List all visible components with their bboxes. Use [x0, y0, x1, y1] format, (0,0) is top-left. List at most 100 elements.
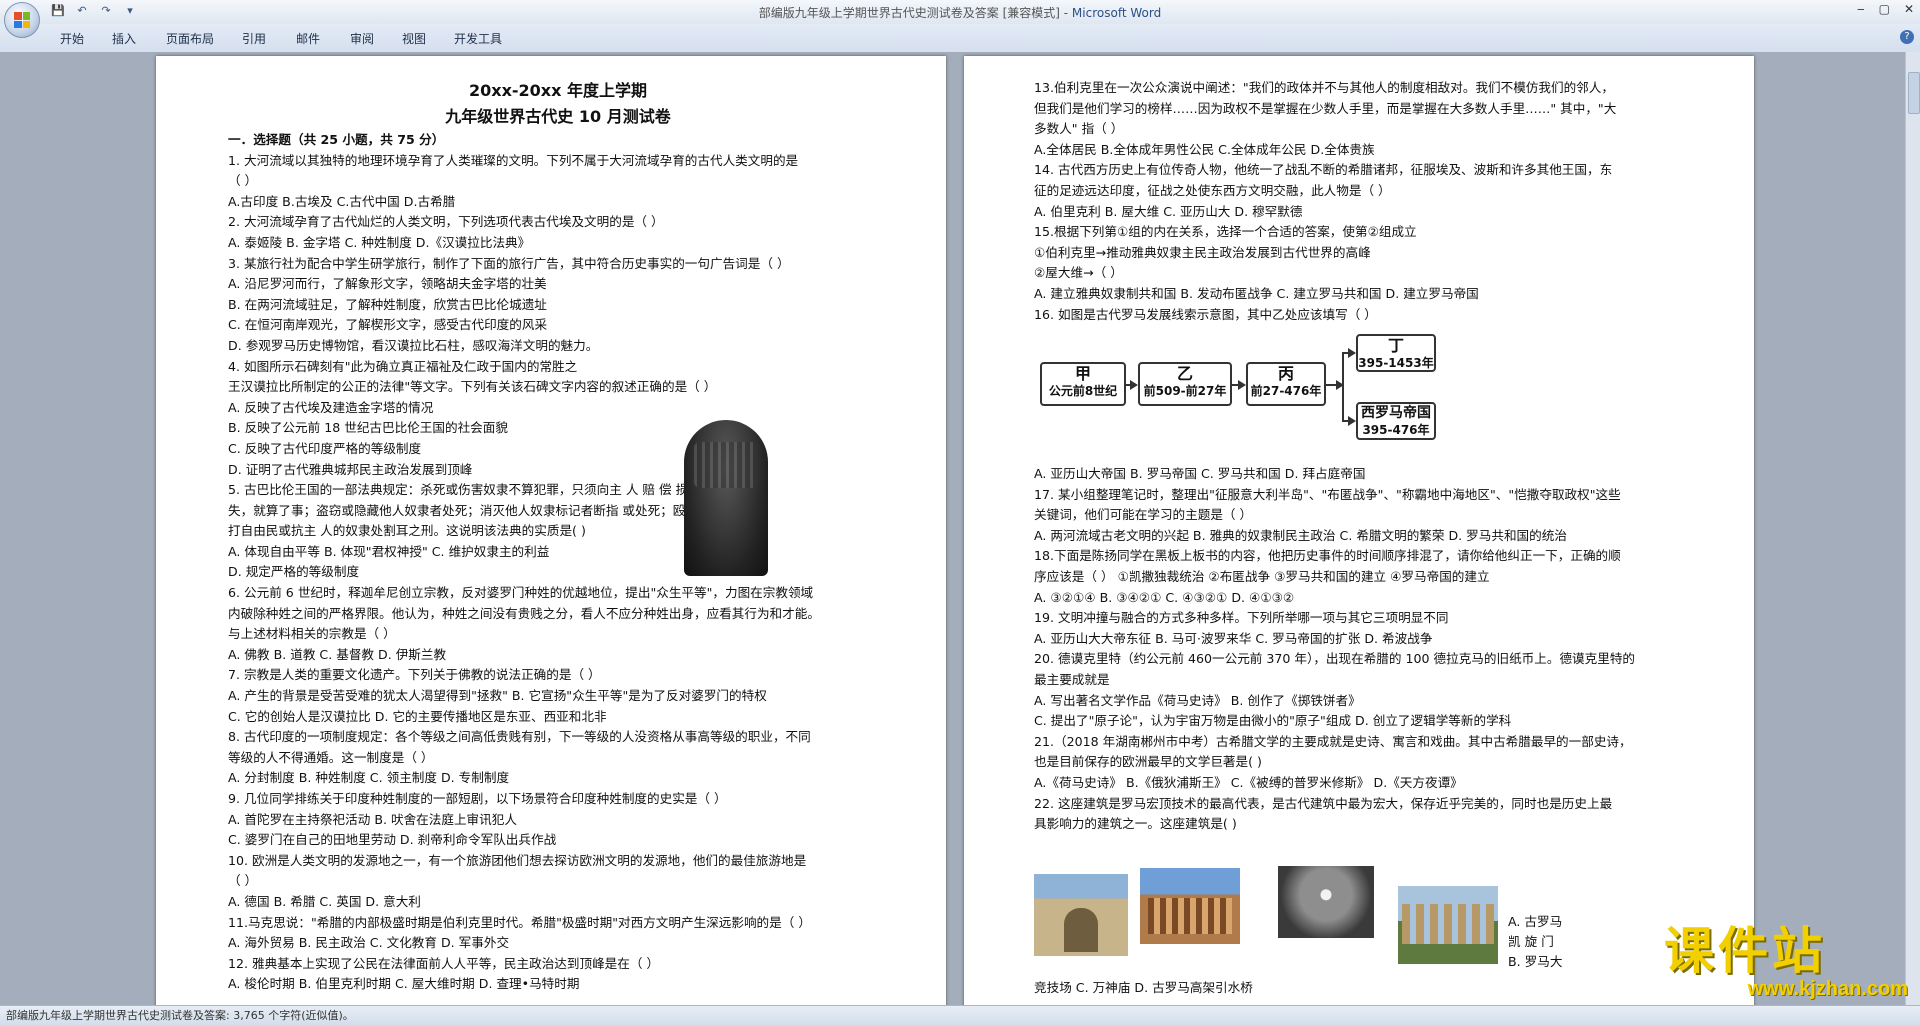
document-line: 内破除种姓之间的严格界限。他认为，种姓之间没有贵贱之分，看人不应分种姓出身，应看…	[228, 605, 820, 621]
hammurabi-stele-image	[684, 420, 768, 576]
tab-references[interactable]: 引用	[242, 30, 266, 47]
diagram-ding-period: 395-1453年	[1358, 356, 1434, 370]
diagram-box-bing: 丙 前27-476年	[1246, 362, 1326, 406]
document-line: A. 佛教 B. 道教 C. 基督教 D. 伊斯兰教	[228, 646, 447, 662]
vertical-scrollbar[interactable]	[1905, 52, 1920, 1005]
document-line: C. 提出了"原子论"，认为宇宙万物是由微小的"原子"组成 D. 创立了逻辑学等…	[1034, 713, 1512, 729]
document-line: B. 在两河流域驻足，了解种姓制度，欣赏古巴比伦城遗址	[228, 296, 547, 312]
document-line: 21.（2018 年湖南郴州市中考）古希腊文学的主要成就是史诗、寓言和戏曲。其中…	[1034, 733, 1632, 749]
document-line: 最主要成就是	[1034, 671, 1110, 687]
page-1-text: 一．选择题（共 25 小题，共 75 分） 1. 大河流域以其独特的地理环境孕育了…	[228, 130, 888, 995]
document-line: A. 德国 B. 希腊 C. 英国 D. 意大利	[228, 893, 421, 909]
page-2-text-bottom: A. 亚历山大帝国 B. 罗马帝国 C. 罗马共和国 D. 拜占庭帝国 17. 某…	[1034, 464, 1694, 835]
document-line: 4. 如图所示石碑刻有"此为确立真正福祉及仁政于国内的常胜之	[228, 358, 578, 374]
document-line: A.古印度 B.古埃及 C.古代中国 D.古希腊	[228, 193, 456, 209]
document-line: 具影响力的建筑之一。这座建筑是( )	[1034, 816, 1237, 832]
rome-timeline-diagram: 甲 公元前8世纪 乙 前509-前27年 丙 前27-476年 丁 395-14…	[1034, 334, 1454, 444]
diagram-box-west-rome: 西罗马帝国 395-476年	[1356, 402, 1436, 440]
page-2-text-top: 13.伯利克里在一次公众演说中阐述："我们的政体并不与其他人的制度相敌对。我们不…	[1034, 78, 1694, 325]
document-line: 序应该是（ ） ①凯撒独裁统治 ②布匿战争 ③罗马共和国的建立 ④罗马帝国的建立	[1034, 568, 1490, 584]
document-line: A. 体现自由平等 B. 体现"君权神授" C. 维护奴隶主的利益	[228, 543, 550, 559]
tab-home[interactable]: 开始	[60, 30, 84, 47]
document-line: ①伯利克里→推动雅典奴隶主民主政治发展到古代世界的高峰	[1034, 244, 1371, 260]
arrow-1	[1126, 380, 1138, 390]
document-line: A. 亚历山大帝国 B. 罗马帝国 C. 罗马共和国 D. 拜占庭帝国	[1034, 466, 1366, 481]
diagram-box-jia: 甲 公元前8世纪	[1040, 362, 1126, 406]
tab-mailings[interactable]: 邮件	[296, 30, 320, 47]
aqueduct-photo	[1398, 886, 1498, 964]
diagram-yi-period: 前509-前27年	[1143, 384, 1227, 398]
help-icon[interactable]: ?	[1900, 30, 1914, 44]
document-line: 18.下面是陈扬同学在黑板上板书的内容，他把历史事件的时间顺序排混了，请你给他纠…	[1034, 548, 1621, 564]
minimize-icon[interactable]: ‒	[1857, 2, 1865, 16]
tab-developer[interactable]: 开发工具	[454, 30, 502, 47]
page-1-body: 20xx-20xx 年度上学期 九年级世界古代史 10 月测试卷 一．选择题（共…	[228, 78, 888, 995]
arch-photo	[1034, 874, 1128, 956]
answer-a-line-1: A. 古罗马	[1508, 914, 1563, 929]
close-icon[interactable]: ✕	[1904, 2, 1914, 16]
tab-page-layout[interactable]: 页面布局	[166, 30, 214, 47]
document-line: A. 梭伦时期 B. 伯里克利时期 C. 屋大维时期 D. 查理•马特时期	[228, 976, 580, 992]
document-line: 但我们是他们学习的榜样……因为政权不是掌握在少数人手里，而是掌握在大多数人手里……	[1034, 100, 1617, 116]
document-line: A. 写出著名文学作品《荷马史诗》 B. 创作了《掷铁饼者》	[1034, 692, 1361, 708]
document-line: 也是目前保存的欧洲最早的文学巨著是( )	[1034, 754, 1262, 770]
document-line: 8. 古代印度的一项制度规定：各个等级之间高低贵贱有别，下一等级的人没资格从事高…	[228, 729, 811, 745]
document-line: 一．选择题（共 25 小题，共 75 分）	[228, 132, 445, 147]
document-line: D. 参观罗马历史博物馆，看汉谟拉比石柱，感叹海洋文明的魅力。	[228, 337, 599, 353]
diagram-yi-name: 乙	[1176, 364, 1193, 383]
document-line: 打自由民或抗主 人的奴隶处割耳之刑。这说明该法典的实质是( )	[228, 523, 586, 539]
diagram-west-period: 395-476年	[1362, 423, 1430, 437]
document-line: A. 分封制度 B. 种姓制度 C. 领主制度 D. 专制制度	[228, 770, 510, 786]
document-line: ②屋大维→（ ）	[1034, 265, 1123, 281]
page-2-body: 13.伯利克里在一次公众演说中阐述："我们的政体并不与其他人的制度相敌对。我们不…	[1034, 78, 1694, 995]
office-button[interactable]	[4, 2, 40, 38]
document-line: A. 两河流域古老文明的兴起 B. 雅典的奴隶制民主政治 C. 希腊文明的繁荣 …	[1034, 527, 1567, 543]
document-workspace: 20xx-20xx 年度上学期 九年级世界古代史 10 月测试卷 一．选择题（共…	[0, 52, 1906, 1005]
diagram-jia-name: 甲	[1074, 364, 1091, 383]
scrollbar-thumb[interactable]	[1908, 72, 1920, 114]
status-bar: 部编版九年级上学期世界古代史测试卷及答案: 3,765 个字符(近似值)。	[0, 1005, 1920, 1026]
document-line: A.全体居民 B.全体成年男性公民 C.全体成年公民 D.全体贵族	[1034, 141, 1375, 157]
document-line: D. 规定严格的等级制度	[228, 564, 360, 580]
document-line: A. 产生的背景是受苦受难的犹太人渴望得到"拯救" B. 它宣扬"众生平等"是为…	[228, 688, 767, 704]
document-line: 15.根据下列第①组的内在关系，选择一个合适的答案，使第②组成立	[1034, 224, 1417, 240]
document-line: A. 海外贸易 B. 民主政治 C. 文化教育 D. 军事外交	[228, 935, 510, 951]
tab-view[interactable]: 视图	[402, 30, 426, 47]
document-line: 王汉谟拉比所制定的公正的法律"等文字。下列有关该石碑文字内容的叙述正确的是（ ）	[228, 379, 717, 395]
tab-review[interactable]: 审阅	[350, 30, 374, 47]
tab-insert[interactable]: 插入	[112, 30, 136, 47]
diagram-jia-period: 公元前8世纪	[1048, 384, 1118, 398]
document-page-1: 20xx-20xx 年度上学期 九年级世界古代史 10 月测试卷 一．选择题（共…	[156, 56, 946, 1005]
arrow-4	[1342, 348, 1356, 358]
document-line: D. 证明了古代雅典城邦民主政治发展到顶峰	[228, 461, 473, 477]
document-line: 3. 某旅行社为配合中学生研学旅行，制作了下面的旅行广告，其中符合历史事实的一句…	[228, 255, 790, 271]
document-title: 部编版九年级上学期世界古代史测试卷及答案 [兼容模式] -	[758, 6, 1072, 20]
document-line: C. 在恒河南岸观光，了解楔形文字，感受古代印度的风采	[228, 317, 548, 333]
document-line: B. 反映了公元前 18 世纪古巴比伦王国的社会面貌	[228, 420, 508, 436]
document-line: （ ）	[228, 173, 258, 189]
document-line: 19. 文明冲撞与融合的方式多种多样。下列所举哪一项与其它三项明显不同	[1034, 610, 1449, 626]
arrow-3	[1326, 380, 1344, 390]
watermark-title: 课件站	[1664, 922, 1826, 980]
document-line: 1. 大河流域以其独特的地理环境孕育了人类璀璨的文明。下列不属于大河流域孕育的古…	[228, 152, 799, 168]
document-line: 关键词，他们可能在学习的主题是（ ）	[1034, 507, 1253, 523]
document-line: 与上述材料相关的宗教是（ ）	[228, 626, 396, 642]
answer-a-line-2: 凯 旋 门	[1508, 934, 1554, 949]
document-line: A. 亚历山大大帝东征 B. 马可·波罗来华 C. 罗马帝国的扩张 D. 希波战…	[1034, 630, 1433, 646]
document-page-2: 13.伯利克里在一次公众演说中阐述："我们的政体并不与其他人的制度相敌对。我们不…	[964, 56, 1754, 1005]
watermark-logo: 课件站 www.kjzhan.com	[1664, 924, 1908, 1004]
document-line: 14. 古代西方历史上有位传奇人物，他统一了战乱不断的希腊诸邦，征服埃及、波斯和…	[1034, 162, 1613, 178]
document-line: A. 首陀罗在主持祭祀活动 B. 吠舍在法庭上审讯犯人	[228, 811, 517, 827]
arrow-5	[1342, 416, 1356, 426]
document-line: 11.马克思说："希腊的内部极盛时期是伯利克里时代。希腊"极盛时期"对西方文明产…	[228, 914, 811, 930]
document-line: A. ③②①④ B. ③④②① C. ④③②① D. ④①③②	[1034, 589, 1295, 605]
diagram-box-yi: 乙 前509-前27年	[1138, 362, 1232, 406]
maximize-icon[interactable]: ▢	[1879, 2, 1890, 16]
diagram-ding-name: 丁	[1387, 336, 1404, 355]
app-name: Microsoft Word	[1071, 6, 1162, 20]
document-line: C. 反映了古代印度严格的等级制度	[228, 440, 422, 456]
document-line: 等级的人不得通婚。这一制度是（ ）	[228, 749, 434, 765]
branch-line	[1342, 352, 1344, 420]
document-line: C. 它的创始人是汉谟拉比 D. 它的主要传播地区是东亚、西亚和北非	[228, 708, 607, 724]
document-line: 12. 雅典基本上实现了公民在法律面前人人平等，民主政治达到顶峰是在（ ）	[228, 955, 660, 971]
